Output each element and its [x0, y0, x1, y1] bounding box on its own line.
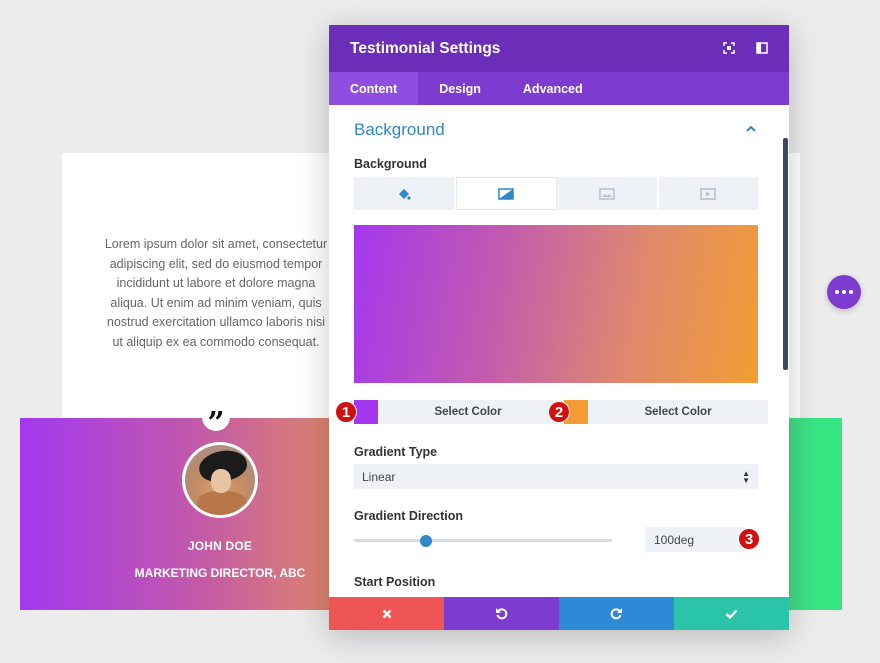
check-icon — [725, 609, 738, 619]
background-label: Background — [354, 157, 427, 171]
modal-footer — [329, 597, 789, 630]
dot-icon — [849, 290, 853, 294]
avatar — [182, 442, 258, 518]
gradient-type-label: Gradient Type — [354, 445, 438, 459]
marker-1: 1 — [335, 401, 357, 423]
background-type-tabs — [354, 177, 758, 210]
save-button[interactable] — [674, 597, 789, 630]
gradient-icon — [498, 187, 514, 200]
redo-button[interactable] — [559, 597, 674, 630]
marker-2: 2 — [548, 401, 570, 423]
testimonial-body: Lorem ipsum dolor sit amet, consectetur … — [104, 237, 328, 349]
expand-icon[interactable] — [723, 42, 735, 54]
more-options-button[interactable] — [827, 275, 861, 309]
cancel-button[interactable] — [329, 597, 444, 630]
modal-title: Testimonial Settings — [350, 39, 501, 57]
author-name: JOHN DOE — [187, 539, 253, 553]
end-select-color-button[interactable]: Select Color — [588, 400, 768, 424]
modal-body: Background Background Select Color Selec… — [329, 105, 789, 597]
avatar-body — [197, 491, 247, 515]
dot-icon — [842, 290, 846, 294]
section-title[interactable]: Background — [354, 120, 445, 140]
tab-design[interactable]: Design — [418, 72, 502, 105]
modal-header: Testimonial Settings — [329, 25, 789, 72]
sidebar-toggle-icon[interactable] — [756, 42, 768, 54]
chevron-up-icon[interactable] — [745, 124, 757, 134]
avatar-photo — [185, 445, 255, 515]
undo-button[interactable] — [444, 597, 559, 630]
tab-bar: Content Design Advanced — [329, 72, 789, 105]
author-title: MARKETING DIRECTOR, ABC — [134, 566, 306, 580]
image-icon — [599, 187, 615, 200]
quote-icon: ” — [202, 403, 230, 439]
undo-icon — [496, 608, 508, 620]
gradient-direction-label: Gradient Direction — [354, 509, 464, 523]
gradient-direction-slider-thumb[interactable] — [420, 535, 433, 547]
start-select-color-button[interactable]: Select Color — [378, 400, 558, 424]
avatar-face — [211, 469, 231, 493]
dot-icon — [835, 290, 839, 294]
gradient-type-value: Linear — [362, 469, 396, 484]
gradient-direction-input[interactable]: 100deg — [645, 527, 745, 552]
modal-scrollbar[interactable] — [783, 138, 788, 370]
gradient-preview — [354, 225, 758, 383]
redo-icon — [610, 608, 622, 620]
tab-content[interactable]: Content — [329, 72, 419, 105]
gradient-type-select[interactable]: Linear ▲ ▼ — [354, 464, 758, 489]
gradient-end-color: Select Color — [564, 400, 768, 424]
close-icon — [382, 609, 391, 618]
bg-type-gradient[interactable] — [455, 177, 557, 210]
video-icon — [700, 187, 716, 200]
select-arrows-icon: ▲ ▼ — [742, 468, 750, 485]
start-position-label: Start Position — [354, 575, 436, 589]
bg-type-video[interactable] — [658, 177, 758, 210]
gradient-direction-slider[interactable] — [354, 539, 612, 542]
gradient-start-color: Select Color — [354, 400, 558, 424]
marker-3: 3 — [738, 528, 760, 550]
bg-type-color[interactable] — [354, 177, 456, 210]
paint-bucket-icon — [398, 188, 411, 200]
start-color-swatch[interactable] — [354, 400, 378, 424]
bg-type-image[interactable] — [557, 177, 659, 210]
tab-advanced[interactable]: Advanced — [502, 72, 604, 105]
settings-modal: Testimonial Settings Content Design Adva… — [329, 25, 789, 630]
